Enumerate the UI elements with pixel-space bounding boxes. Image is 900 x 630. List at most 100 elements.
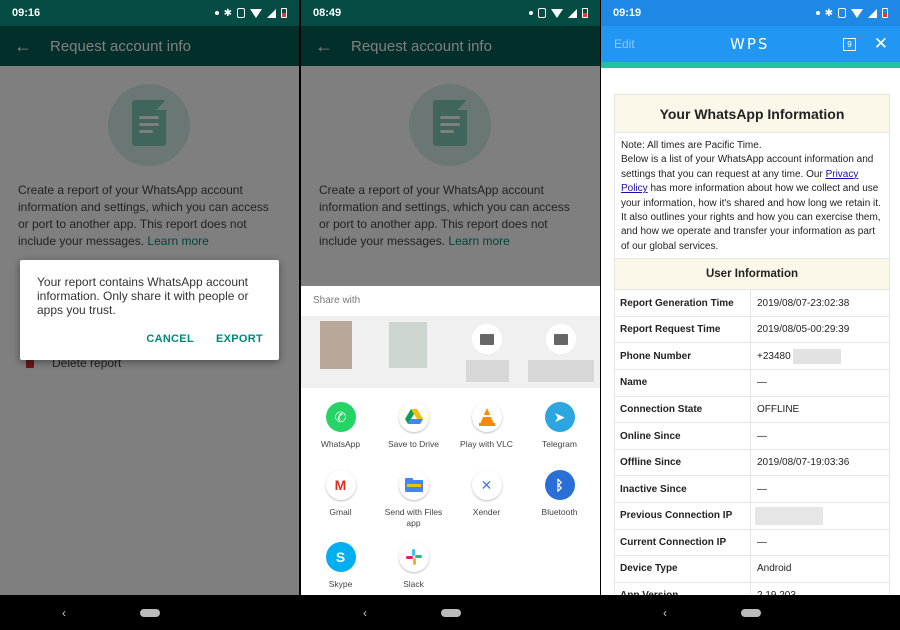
notification-dot-icon (815, 11, 820, 15)
row-value: — (757, 377, 767, 389)
drive-folder-target[interactable] (546, 324, 576, 354)
share-sheet: Share with ✆ WhatsApp Save to Drive Play… (301, 286, 600, 595)
folder-name-redacted (528, 360, 594, 382)
wifi-icon (551, 8, 563, 18)
nav-home-icon[interactable] (139, 608, 160, 617)
intro-text: Below is a list of your WhatsApp account… (621, 153, 883, 254)
export-dialog: Your report contains WhatsApp account in… (20, 260, 279, 360)
signal-icon (568, 8, 577, 18)
app-label: Bluetooth (541, 507, 578, 517)
vibrate-icon (237, 8, 245, 18)
close-icon[interactable]: ✕ (874, 34, 888, 54)
status-time: 09:19 (613, 7, 642, 19)
share-with-heading: Share with (313, 295, 361, 306)
app-label: Play with VLC (460, 439, 513, 449)
report-table: Your WhatsApp Information Note: All time… (614, 94, 890, 595)
share-app-bluetooth[interactable]: ᛒ Bluetooth (523, 470, 596, 518)
direct-share-row (301, 316, 600, 388)
vlc-icon (471, 402, 502, 432)
gmail-icon: M (325, 470, 356, 500)
nav-back-icon[interactable]: ‹ (363, 606, 367, 620)
cancel-button[interactable]: CANCEL (146, 333, 194, 345)
row-key: Report Generation Time (615, 290, 751, 316)
edit-button[interactable]: Edit (614, 37, 635, 51)
row-key: Online Since (615, 423, 751, 449)
app-label: Send with Files app (384, 507, 443, 528)
ip-redaction (755, 506, 823, 525)
bluetooth-status-icon: ✱ (824, 7, 833, 19)
app-label: Skype (328, 579, 353, 589)
table-row: Connection State OFFLINE (615, 396, 889, 424)
wps-toolbar: Edit WPS 9 ✕ (601, 26, 900, 62)
row-value (751, 503, 889, 529)
app-label: Xender (472, 507, 501, 517)
table-row: Name — (615, 370, 889, 397)
share-app-whatsapp[interactable]: ✆ WhatsApp (304, 402, 377, 450)
page-count-button[interactable]: 9 (843, 37, 856, 51)
battery-icon (582, 8, 588, 18)
app-label: WhatsApp (320, 439, 361, 449)
export-button[interactable]: EXPORT (216, 333, 263, 345)
bluetooth-status-icon: ✱ (223, 7, 232, 19)
row-key: Report Request Time (615, 316, 751, 343)
folder-icon (554, 333, 568, 345)
panel-wps-report: 09:19 ✱ Edit WPS 9 ✕ Your WhatsApp Infor… (601, 0, 900, 630)
status-icons: ✱ (815, 7, 888, 19)
nav-back-icon[interactable]: ‹ (663, 606, 667, 620)
share-app-vlc[interactable]: Play with VLC (450, 402, 523, 450)
dialog-message: Your report contains WhatsApp account in… (37, 275, 249, 317)
intro-post: has more information about how we collec… (621, 183, 881, 252)
contact-avatar[interactable] (389, 322, 427, 368)
row-value: Android (757, 563, 792, 575)
contact-avatar[interactable] (320, 321, 352, 369)
table-row: App Version2.19.203 (615, 582, 889, 595)
share-app-xender[interactable]: ✕ Xender (450, 470, 523, 518)
signal-icon (267, 8, 276, 18)
share-app-files[interactable]: Send with Files app (377, 470, 450, 529)
status-bar: 08:49 (301, 0, 600, 26)
table-row: Report Request Time 2019/08/05-00:29:39 (615, 316, 889, 344)
share-app-drive[interactable]: Save to Drive (377, 402, 450, 450)
section-heading: User Information (615, 259, 889, 291)
row-value: — (757, 430, 767, 442)
document-view[interactable]: Your WhatsApp Information Note: All time… (601, 68, 900, 595)
nav-home-icon[interactable] (740, 608, 761, 617)
row-value: OFFLINE (757, 403, 800, 415)
wps-logo: WPS (730, 35, 770, 53)
status-bar: 09:16 ✱ (0, 0, 299, 26)
notification-dot-icon (214, 11, 219, 15)
nav-back-icon[interactable]: ‹ (62, 606, 66, 620)
share-app-gmail[interactable]: M Gmail (304, 470, 377, 518)
row-value: 2.19.203 (751, 583, 889, 595)
share-app-slack[interactable]: Slack (377, 542, 450, 590)
bluetooth-icon: ᛒ (544, 470, 575, 500)
note-text: Note: All times are Pacific Time. (621, 140, 762, 151)
vibrate-icon (538, 8, 546, 18)
nav-home-icon[interactable] (440, 608, 461, 617)
table-row: Online Since — (615, 423, 889, 450)
files-icon (398, 470, 429, 500)
row-key: Phone Number (615, 343, 751, 370)
table-row: Phone Number +23480 (615, 343, 889, 371)
panel-share-sheet: 08:49 ← Request account info Create a re… (301, 0, 600, 630)
app-label: Save to Drive (387, 439, 440, 449)
notification-dot-icon (529, 11, 533, 15)
vibrate-icon (838, 8, 846, 18)
share-app-skype[interactable]: S Skype (304, 542, 377, 590)
report-title: Your WhatsApp Information (615, 95, 889, 133)
drive-icon (398, 402, 429, 432)
row-value: 2019/08/05-00:29:39 (757, 324, 850, 336)
slack-icon (398, 542, 429, 572)
table-row: Previous Connection IP (615, 503, 889, 530)
row-value: — (757, 536, 767, 548)
xender-icon: ✕ (471, 470, 502, 500)
whatsapp-icon: ✆ (325, 402, 356, 432)
drive-folder-target[interactable] (472, 324, 502, 354)
row-key: Name (615, 370, 751, 396)
share-app-telegram[interactable]: ➤ Telegram (523, 402, 596, 450)
table-row: Offline Since 2019/08/07-19:03:36 (615, 449, 889, 477)
folder-icon (480, 333, 494, 345)
nav-bar: ‹ (601, 595, 900, 630)
row-value: — (757, 483, 767, 495)
battery-icon (882, 8, 888, 18)
